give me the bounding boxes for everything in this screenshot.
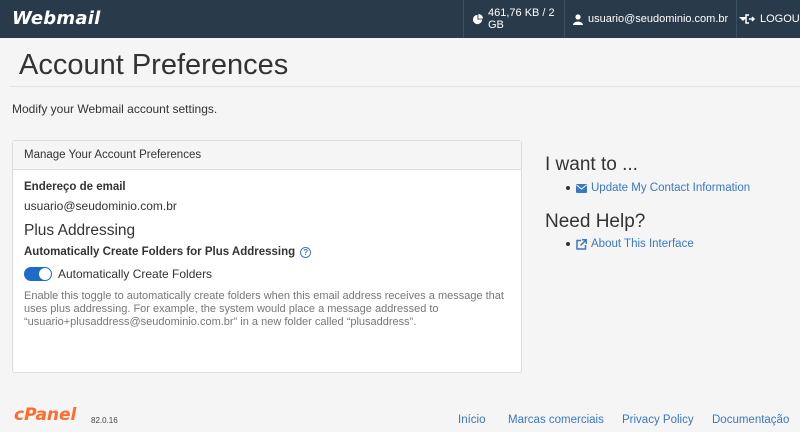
list-bullet: [566, 242, 570, 246]
webmail-logo[interactable]: Webmail: [12, 8, 100, 29]
envelope-icon: [576, 183, 587, 193]
auto-create-folders-toggle[interactable]: [24, 267, 52, 281]
preferences-panel: Manage Your Account Preferences Endereço…: [12, 140, 522, 373]
plus-addressing-label-text: Automatically Create Folders for Plus Ad…: [24, 246, 296, 258]
user-email: usuario@seudominio.com.br: [588, 13, 729, 25]
user-menu[interactable]: usuario@seudominio.com.br: [564, 0, 748, 38]
footer-link-trademarks[interactable]: Marcas comerciais: [508, 414, 604, 426]
cpanel-logo[interactable]: cPanel: [14, 405, 76, 425]
logout-label: LOGOUT: [760, 13, 800, 25]
external-link-icon: [576, 238, 587, 250]
i-want-to-heading: I want to ...: [545, 154, 638, 175]
disk-usage[interactable]: 461,76 KB / 2 GB: [463, 0, 564, 38]
panel-heading: Manage Your Account Preferences: [13, 141, 521, 170]
title-divider: [10, 86, 800, 87]
update-contact-link[interactable]: Update My Contact Information: [566, 182, 750, 194]
plus-addressing-title: Plus Addressing: [24, 222, 136, 239]
footer-link-docs[interactable]: Documentação: [712, 414, 789, 426]
update-contact-text: Update My Contact Information: [591, 182, 751, 194]
footer-link-privacy[interactable]: Privacy Policy: [622, 414, 694, 426]
need-help-heading: Need Help?: [545, 211, 646, 232]
page-title: Account Preferences: [19, 49, 289, 81]
toggle-knob: [39, 268, 51, 280]
sign-out-icon: [745, 14, 755, 24]
auto-create-folders-label[interactable]: Automatically Create Folders: [58, 267, 212, 281]
email-value: usuario@seudominio.com.br: [24, 199, 177, 213]
footer-link-home[interactable]: Início: [458, 414, 486, 426]
email-label: Endereço de email: [24, 181, 126, 193]
about-interface-link[interactable]: About This Interface: [566, 238, 694, 250]
logout-button[interactable]: LOGOUT: [736, 0, 800, 38]
version-number: 82.0.16: [91, 416, 118, 425]
user-icon: [573, 13, 583, 25]
plus-addressing-help-text: Enable this toggle to automatically crea…: [24, 290, 504, 328]
help-question-icon[interactable]: ?: [300, 246, 312, 258]
page-description: Modify your Webmail account settings.: [12, 102, 218, 116]
auto-create-folders-row: Automatically Create Folders: [24, 267, 212, 281]
top-bar: Webmail 461,76 KB / 2 GB usuario@seudomi…: [0, 0, 800, 38]
plus-addressing-label: Automatically Create Folders for Plus Ad…: [24, 246, 312, 258]
disk-usage-text: 461,76 KB / 2 GB: [488, 7, 555, 31]
list-bullet: [566, 186, 570, 190]
pie-chart-icon: [472, 13, 483, 24]
about-interface-text: About This Interface: [591, 238, 694, 250]
